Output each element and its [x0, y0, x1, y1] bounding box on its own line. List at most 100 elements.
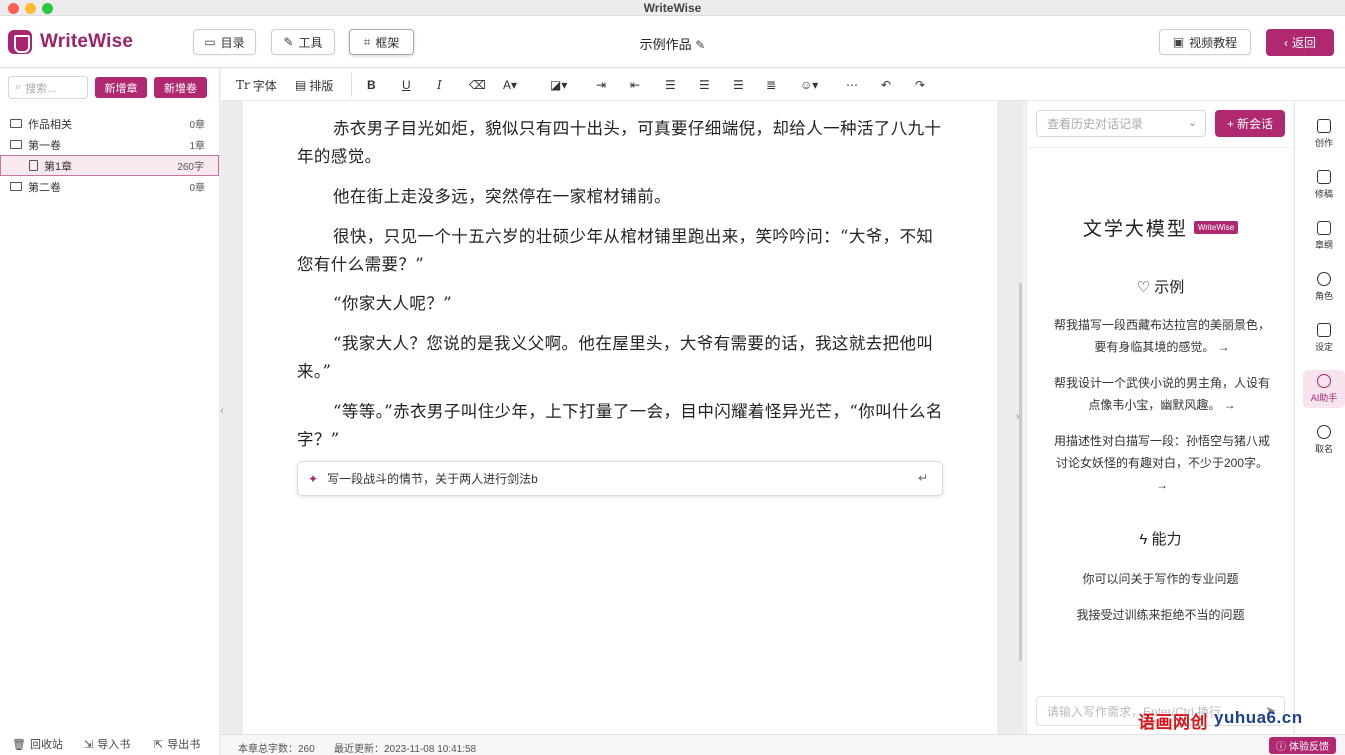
- justify-button[interactable]: ≣: [766, 76, 776, 94]
- editor-paragraph[interactable]: 赤衣男子目光如炬，貌似只有四十出头，可真要仔细端倪，却给人一种活了八九十年的感觉…: [297, 115, 947, 170]
- magic-wand-icon: ✦: [308, 471, 319, 486]
- folder-icon: [10, 119, 22, 128]
- editor-paragraph[interactable]: “我家大人？您说的是我义父啊。他在屋里头，大爷有需要的话，我这就去把他叫来。”: [297, 330, 947, 385]
- recycle-bin-button[interactable]: 🗑 回收站: [12, 736, 63, 752]
- font-color-icon: A▾: [503, 78, 518, 92]
- background-color-button[interactable]: ◪▾: [550, 76, 567, 94]
- ability-item: 你可以问关于写作的专业问题: [1082, 572, 1239, 586]
- example-prompt[interactable]: 用描述性对白描写一段：孙悟空与猪八戒讨论女妖怪的有趣对白，不少于200字。 →: [1049, 430, 1275, 496]
- rail-item-ai-assistant[interactable]: AI助手: [1303, 370, 1345, 408]
- tree-item-volume-2[interactable]: 第二卷 0章: [0, 176, 219, 197]
- emoji-button[interactable]: ☺▾: [800, 76, 818, 94]
- frame-label: 框架: [375, 35, 400, 50]
- tree-item-volume-1[interactable]: 第一卷 1章: [0, 134, 219, 155]
- trash-icon: 🗑: [12, 738, 26, 751]
- document-title-text: 示例作品: [639, 37, 692, 52]
- align-left-icon: ☰: [665, 78, 676, 92]
- align-left-button[interactable]: ☰: [665, 76, 676, 94]
- ability-item: 我接受过训练来拒绝不当的问题: [1076, 608, 1245, 622]
- underline-button[interactable]: U: [402, 76, 411, 94]
- align-center-button[interactable]: ☰: [733, 76, 744, 94]
- catalog-label: 目录: [220, 35, 245, 50]
- italic-button[interactable]: I: [437, 76, 442, 94]
- rail-item-naming[interactable]: 取名: [1303, 421, 1345, 459]
- import-label: 导入书: [97, 739, 131, 751]
- align-right-button[interactable]: ☰: [699, 76, 710, 94]
- history-select[interactable]: 查看历史对话记录 ⌄: [1036, 110, 1206, 137]
- window-titlebar: WriteWise: [0, 0, 1345, 16]
- tools-label: 工具: [298, 35, 323, 50]
- font-color-button[interactable]: A▾: [503, 76, 517, 94]
- ai-prompt-value: 写一段战斗的情节，关于两人进行剑法b: [327, 472, 538, 486]
- example-prompt[interactable]: 帮我设计一个武侠小说的男主角，人设有点像韦小宝，幽默风趣。 →: [1049, 372, 1275, 416]
- import-book-button[interactable]: ⇲ 导入书: [84, 736, 130, 752]
- plus-icon: +: [1226, 116, 1234, 131]
- divider-line-button[interactable]: ⋯: [846, 76, 858, 94]
- rail-item-label: 设定: [1314, 342, 1333, 352]
- rail-item-outline[interactable]: 章纲: [1303, 217, 1345, 255]
- arrow-right-icon: →: [1217, 340, 1230, 354]
- editor-paragraph[interactable]: “等等。”赤衣男子叫住少年，上下打量了一会，目中闪耀着怪异光芒，“你叫什么名字？…: [297, 398, 947, 453]
- editor-paragraph[interactable]: “你家大人呢？”: [297, 290, 947, 318]
- watermark: 语画网创 yuhua6.cn: [1138, 708, 1303, 733]
- rail-item-create[interactable]: 创作: [1303, 115, 1345, 153]
- rail-item-settings[interactable]: 设定: [1303, 319, 1345, 357]
- right-tool-rail: 创作 修稿 章纲 角色 设定 AI助手 取名: [1294, 101, 1345, 734]
- editor-paragraph[interactable]: 很快，只见一个十五六岁的壮硕少年从棺材铺里跑出来，笑吟吟问：“大爷，不知您有什么…: [297, 223, 947, 278]
- bold-button[interactable]: B: [367, 76, 376, 94]
- window-title: WriteWise: [643, 1, 702, 15]
- editor-paragraph[interactable]: 他在街上走没多远，突然停在一家棺材铺前。: [297, 183, 947, 211]
- rail-item-label: 修稿: [1314, 189, 1333, 199]
- indent-icon: ⇥: [596, 78, 607, 92]
- last-updated-label: 最近更新：: [334, 744, 384, 755]
- catalog-button[interactable]: ▭ 目录: [193, 29, 256, 55]
- ai-title: 文学大模型 WriteWise: [1027, 214, 1294, 241]
- video-icon: ▣: [1172, 35, 1185, 49]
- edit-pencil-icon[interactable]: ✎: [695, 38, 705, 52]
- undo-icon: ↶: [881, 78, 892, 92]
- tree-item-count: 0章: [189, 120, 205, 131]
- frame-icon: ⌗: [363, 34, 371, 49]
- eraser-icon: ⌫: [469, 78, 486, 92]
- new-chat-label: 新会话: [1237, 117, 1274, 131]
- frame-button[interactable]: ⌗ 框架: [349, 29, 414, 55]
- undo-button[interactable]: ↶: [881, 76, 891, 94]
- indent-button[interactable]: ⇥: [596, 76, 606, 94]
- outline-search-input[interactable]: ⌕ 搜索...: [8, 76, 88, 99]
- examples-heading: ♡ 示例: [1027, 276, 1294, 297]
- outdent-button[interactable]: ⇤: [630, 76, 640, 94]
- collapse-left-panel-icon[interactable]: ‹: [220, 405, 224, 417]
- layout-menu-button[interactable]: ▤ 排版: [295, 76, 333, 94]
- feedback-button[interactable]: ⓘ 体验反馈: [1269, 737, 1336, 754]
- back-button[interactable]: ‹ 返回: [1266, 29, 1334, 56]
- last-updated: 最近更新：2023-11-08 10:41:58: [334, 740, 476, 755]
- video-tutorial-button[interactable]: ▣ 视频教程: [1159, 29, 1251, 55]
- font-menu-button[interactable]: Tr 字体: [236, 76, 277, 94]
- tree-item-chapter-1[interactable]: 第1章 260字: [0, 155, 219, 176]
- tree-item-label: 作品相关: [28, 118, 72, 131]
- new-volume-button[interactable]: 新增卷: [154, 77, 207, 98]
- document-title[interactable]: 示例作品 ✎: [600, 34, 745, 53]
- rail-item-revise[interactable]: 修稿: [1303, 166, 1345, 204]
- tools-button[interactable]: ✎ 工具: [271, 29, 335, 55]
- export-book-button[interactable]: ⇱ 导出书: [154, 736, 200, 752]
- redo-icon: ↷: [915, 78, 926, 92]
- abilities-heading: ϟ 能力: [1027, 528, 1294, 549]
- tree-item-works[interactable]: 作品相关 0章: [0, 113, 219, 134]
- editor-scrollbar[interactable]: [1019, 283, 1022, 661]
- rail-item-label: 创作: [1314, 138, 1333, 148]
- example-text: 帮我描写一段西藏布达拉宫的美丽景色，要有身临其境的感觉。: [1053, 318, 1270, 354]
- chat-bubble-icon: [1317, 374, 1331, 388]
- new-chat-button[interactable]: + 新会话: [1215, 110, 1285, 137]
- word-count-label: 本章总字数：: [238, 744, 298, 755]
- example-prompt[interactable]: 帮我描写一段西藏布达拉宫的美丽景色，要有身临其境的感觉。 →: [1049, 314, 1275, 358]
- rail-item-characters[interactable]: 角色: [1303, 268, 1345, 306]
- new-chapter-button[interactable]: 新增章: [95, 77, 147, 98]
- redo-button[interactable]: ↷: [915, 76, 925, 94]
- align-right-icon: ☰: [699, 78, 710, 92]
- enter-icon[interactable]: ↵: [918, 471, 928, 485]
- search-placeholder: 搜索...: [25, 82, 57, 95]
- bold-icon: B: [367, 78, 376, 92]
- eraser-button[interactable]: ⌫: [469, 76, 486, 94]
- ai-prompt-input[interactable]: ✦ 写一段战斗的情节，关于两人进行剑法b ↵: [297, 461, 943, 496]
